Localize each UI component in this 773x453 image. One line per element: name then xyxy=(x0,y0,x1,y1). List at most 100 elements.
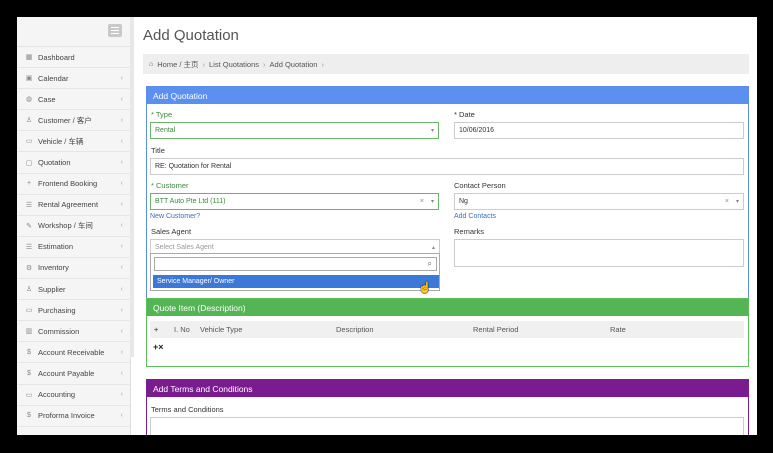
chevron-down-icon: ▾ xyxy=(735,199,739,205)
chevron-left-icon: ‹ xyxy=(120,243,123,251)
quote-item-table-header: + I. No Vehicle Type Description Rental … xyxy=(150,321,744,338)
sidebar-item[interactable]: ▭ Vehicle / 车辆 ‹ xyxy=(17,131,130,153)
sidebar-item[interactable]: ▣ Calendar ‹ xyxy=(17,68,130,90)
page-title: Add Quotation xyxy=(143,27,239,44)
folder-icon: ▭ xyxy=(25,391,33,399)
sidebar-item-label: Proforma Invoice xyxy=(38,411,95,421)
type-value: Rental xyxy=(155,127,176,134)
chevron-left-icon: ‹ xyxy=(120,180,123,188)
car-icon: ▭ xyxy=(25,138,33,146)
sidebar-item[interactable]: ▦ Dashboard xyxy=(17,47,130,69)
sidebar-item[interactable]: ▭ Purchasing ‹ xyxy=(17,300,130,322)
title-value: RE: Quotation for Rental xyxy=(155,163,232,170)
type-select[interactable]: Rental ▾ xyxy=(150,122,439,139)
contact-person-select[interactable]: Ng × ▾ xyxy=(454,193,744,210)
sidebar-item[interactable]: + Frontend Booking ‹ xyxy=(17,174,130,195)
title-label: Title xyxy=(151,146,165,155)
remarks-textarea[interactable] xyxy=(454,239,744,267)
col-vehicle-type: Vehicle Type xyxy=(200,325,243,334)
wrench-icon: ✎ xyxy=(26,222,32,230)
date-label: * Date xyxy=(454,110,475,119)
new-customer-link[interactable]: New Customer? xyxy=(150,213,200,220)
sidebar-scrollbar[interactable] xyxy=(130,17,134,357)
sidebar-item[interactable]: $ Account Payable ‹ xyxy=(17,363,130,385)
chevron-right-icon: › xyxy=(321,59,324,69)
dropdown-search-input[interactable]: ⌕ xyxy=(154,257,437,271)
customer-label: * Customer xyxy=(151,181,189,190)
type-label-text: Type xyxy=(155,110,173,119)
panel-header: Add Quotation xyxy=(147,87,748,104)
customer-value: BTT Auto Pte Ltd (111) xyxy=(155,198,226,205)
chevron-right-icon: › xyxy=(263,59,266,69)
sidebar-item[interactable]: ♙ Customer / 客户 ‹ xyxy=(17,110,130,132)
customer-select[interactable]: BTT Auto Pte Ltd (111) × ▾ xyxy=(150,193,439,210)
dropdown-option[interactable]: Service Manager/ Owner xyxy=(153,275,439,288)
chevron-left-icon: ‹ xyxy=(120,264,123,272)
bar-chart-icon: ▥ xyxy=(25,328,33,336)
case-icon: ◍ xyxy=(25,96,33,104)
sidebar-item-label: Commission xyxy=(38,326,80,336)
sidebar-item-label: Dashboard xyxy=(38,52,75,62)
chevron-down-icon: ▾ xyxy=(430,128,434,134)
terms-label: Terms and Conditions xyxy=(151,405,224,414)
title-field[interactable]: RE: Quotation for Rental xyxy=(150,158,744,175)
sidebar-item[interactable]: ☰ Rental Agreement ‹ xyxy=(17,195,130,216)
remarks-label: Remarks xyxy=(454,227,485,236)
col-description: Description xyxy=(336,325,374,334)
chevron-left-icon: ‹ xyxy=(120,222,123,230)
row-tools[interactable]: +× xyxy=(153,342,164,352)
sales-agent-label: Sales Agent xyxy=(151,227,192,236)
list-icon: ☰ xyxy=(25,243,33,251)
contact-person-label: Contact Person xyxy=(454,181,506,190)
sidebar-item-label: Customer / 客户 xyxy=(38,115,92,125)
date-field[interactable]: 10/06/2016 xyxy=(454,122,744,139)
sidebar-item-label: Vehicle / 车辆 xyxy=(38,136,84,146)
menu-toggle-icon[interactable] xyxy=(108,24,122,37)
sidebar-item[interactable]: $ Proforma Invoice ‹ xyxy=(17,406,130,427)
breadcrumb-list[interactable]: List Quotations xyxy=(209,60,259,69)
sidebar-item-label: Purchasing xyxy=(38,305,76,315)
user-icon: ♙ xyxy=(25,286,33,294)
sidebar-item[interactable]: ☰ Estimation ‹ xyxy=(17,237,130,258)
chevron-left-icon: ‹ xyxy=(120,369,123,377)
panel-header: Add Terms and Conditions xyxy=(147,380,748,397)
sidebar-item[interactable]: ⚙ Inventory ‹ xyxy=(17,258,130,280)
dollar-icon: $ xyxy=(27,348,31,356)
sales-agent-dropdown: ⌕ Service Manager/ Owner xyxy=(150,253,440,291)
required-mark: * xyxy=(151,110,154,119)
clear-icon[interactable]: × xyxy=(725,198,729,205)
calendar-icon: ▣ xyxy=(25,75,33,83)
sidebar-item[interactable]: $ Account Receivable ‹ xyxy=(17,342,130,364)
sidebar-item[interactable]: ▢ Quotation ‹ xyxy=(17,152,130,174)
add-contacts-link[interactable]: Add Contacts xyxy=(454,213,496,220)
dollar-icon: $ xyxy=(27,412,31,420)
sidebar-item[interactable]: ▥ Commission ‹ xyxy=(17,321,130,343)
truck-icon: ▭ xyxy=(25,307,33,315)
chevron-left-icon: ‹ xyxy=(120,159,123,167)
chevron-left-icon: ‹ xyxy=(120,348,123,356)
breadcrumb-home[interactable]: Home / 主页 xyxy=(157,59,198,70)
sidebar-item[interactable]: ▭ Accounting ‹ xyxy=(17,385,130,406)
add-row-icon[interactable]: + xyxy=(154,325,158,334)
breadcrumb-current: Add Quotation xyxy=(269,59,318,69)
customer-label-text: Customer xyxy=(156,181,189,190)
chevron-up-icon: ▴ xyxy=(431,245,435,251)
sidebar-header xyxy=(17,17,130,47)
terms-panel: Add Terms and Conditions Terms and Condi… xyxy=(146,379,749,435)
chevron-right-icon: › xyxy=(202,59,206,69)
chevron-left-icon: ‹ xyxy=(120,412,123,420)
chevron-left-icon: ‹ xyxy=(120,74,123,82)
terms-textarea[interactable] xyxy=(150,417,744,435)
sidebar-item[interactable]: ◍ Case ‹ xyxy=(17,89,130,111)
chevron-left-icon: ‹ xyxy=(120,391,123,399)
col-rate: Rate xyxy=(610,325,626,334)
clear-icon[interactable]: × xyxy=(420,198,424,205)
list-icon: ☰ xyxy=(25,201,33,209)
sidebar-item-label: Accounting xyxy=(38,390,76,400)
sidebar-item[interactable]: ♙ Supplier ‹ xyxy=(17,279,130,301)
home-icon: ⌂ xyxy=(149,60,154,68)
chevron-left-icon: ‹ xyxy=(120,137,123,145)
sidebar-item[interactable]: ✎ Workshop / 车间 ‹ xyxy=(17,216,130,237)
date-value: 10/06/2016 xyxy=(459,127,495,134)
chevron-down-icon: ▾ xyxy=(430,199,434,205)
